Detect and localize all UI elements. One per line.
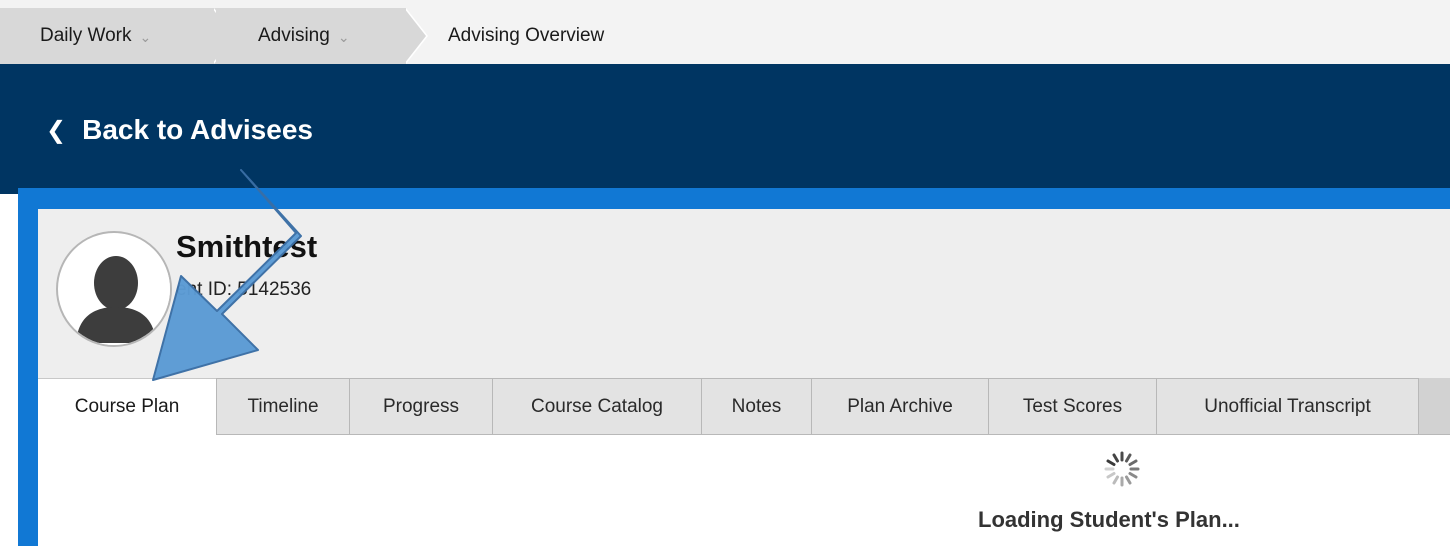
student-tabs: Course Plan Timeline Progress Course Cat… (38, 378, 1450, 435)
tab-bar-filler (1419, 378, 1450, 435)
breadcrumb-item-daily-work[interactable]: Daily Work ⌄ (0, 8, 216, 64)
chevron-down-icon: ⌄ (139, 28, 152, 45)
tab-progress[interactable]: Progress (350, 378, 493, 435)
chevron-left-icon: ❮ (46, 116, 67, 144)
tab-unofficial-transcript[interactable]: Unofficial Transcript (1157, 378, 1419, 435)
loading-message: Loading Student's Plan... (978, 507, 1240, 532)
breadcrumb-label: Advising (258, 25, 330, 46)
person-silhouette-icon (56, 231, 172, 347)
tab-plan-archive[interactable]: Plan Archive (812, 378, 989, 435)
tab-timeline[interactable]: Timeline (216, 378, 350, 435)
student-id: ent ID: 5142536 (176, 279, 312, 300)
page-header: ❮ Back to Advisees (0, 64, 1450, 194)
student-name: Smithtest (176, 229, 318, 264)
breadcrumb-label: Daily Work (40, 25, 132, 46)
breadcrumb-item-advising-overview: Advising Overview (404, 8, 604, 64)
back-link-label: Back to Advisees (82, 114, 313, 145)
tab-course-plan[interactable]: Course Plan (38, 378, 216, 435)
student-profile: Smithtest ent ID: 5142536 (38, 209, 1450, 379)
spinner-icon (1102, 449, 1142, 489)
tab-course-catalog[interactable]: Course Catalog (493, 378, 702, 435)
chevron-down-icon: ⌄ (337, 28, 350, 45)
tab-test-scores[interactable]: Test Scores (989, 378, 1157, 435)
breadcrumb-item-advising[interactable]: Advising ⌄ (216, 8, 406, 64)
breadcrumb-label: Advising Overview (448, 25, 605, 46)
breadcrumb: Daily Work ⌄ Advising ⌄ Advising Overvie… (0, 0, 1450, 64)
tab-notes[interactable]: Notes (702, 378, 812, 435)
back-to-advisees-link[interactable]: ❮ Back to Advisees (46, 114, 313, 146)
